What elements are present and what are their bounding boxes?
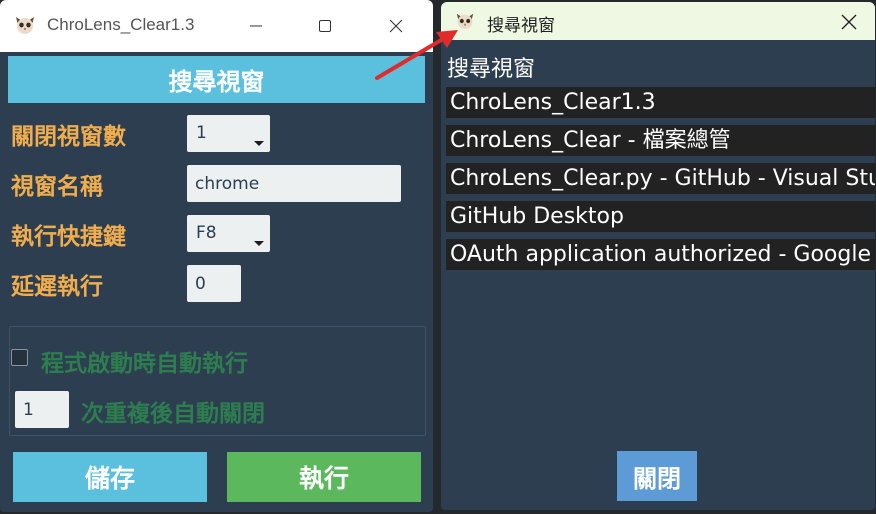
- list-item[interactable]: ChroLens_Clear - 檔案總管: [446, 125, 875, 156]
- list-item[interactable]: OAuth application authorized - Google Ch…: [446, 239, 875, 270]
- search-window: 搜尋視窗 搜尋視窗 ChroLens_Clear1.3 ChroLens_Cle…: [441, 2, 875, 510]
- window-title: 搜尋視窗: [487, 16, 555, 36]
- repeat-count-input[interactable]: 1: [15, 391, 69, 428]
- close-button[interactable]: [829, 4, 869, 40]
- list-item[interactable]: GitHub Desktop: [446, 201, 875, 232]
- close-window-button[interactable]: 關閉: [617, 451, 697, 501]
- window-title: ChroLens_Clear1.3: [47, 15, 195, 34]
- save-button[interactable]: 儲存: [13, 452, 207, 502]
- list-item[interactable]: ChroLens_Clear1.3: [446, 87, 875, 118]
- delay-input[interactable]: 0: [187, 265, 241, 302]
- close-icon: [841, 14, 857, 30]
- hotkey-combobox[interactable]: F8: [187, 215, 270, 252]
- red-arrow-icon: [375, 30, 458, 80]
- close-count-label: 關閉視窗數: [11, 124, 126, 150]
- list-item[interactable]: ChroLens_Clear.py - GitHub - Visual Stud…: [446, 163, 875, 194]
- minimize-button[interactable]: [236, 8, 276, 44]
- triangle-down-icon: [254, 241, 264, 246]
- cat-face-icon: [16, 17, 34, 34]
- window-name-value: chrome: [195, 174, 260, 194]
- autorun-checkbox[interactable]: [11, 349, 28, 366]
- maximize-icon: [319, 20, 331, 32]
- maximize-button[interactable]: [305, 8, 345, 44]
- triangle-down-icon: [254, 141, 264, 146]
- repeat-count-value: 1: [23, 400, 34, 420]
- close-count-combobox[interactable]: 1: [187, 115, 270, 152]
- hotkey-label: 執行快捷鍵: [11, 224, 126, 250]
- window-name-input[interactable]: chrome: [187, 165, 401, 202]
- window-name-label: 視窗名稱: [11, 174, 103, 200]
- repeat-label: 次重複後自動關閉: [81, 401, 265, 427]
- delay-value: 0: [195, 274, 206, 294]
- title-bar[interactable]: 搜尋視窗: [441, 2, 875, 40]
- close-count-value: 1: [196, 123, 207, 143]
- hotkey-value: F8: [196, 223, 217, 243]
- autorun-label: 程式啟動時自動執行: [41, 351, 248, 377]
- run-button[interactable]: 執行: [227, 452, 421, 502]
- minimize-icon: [250, 25, 262, 27]
- delay-label: 延遲執行: [11, 274, 103, 300]
